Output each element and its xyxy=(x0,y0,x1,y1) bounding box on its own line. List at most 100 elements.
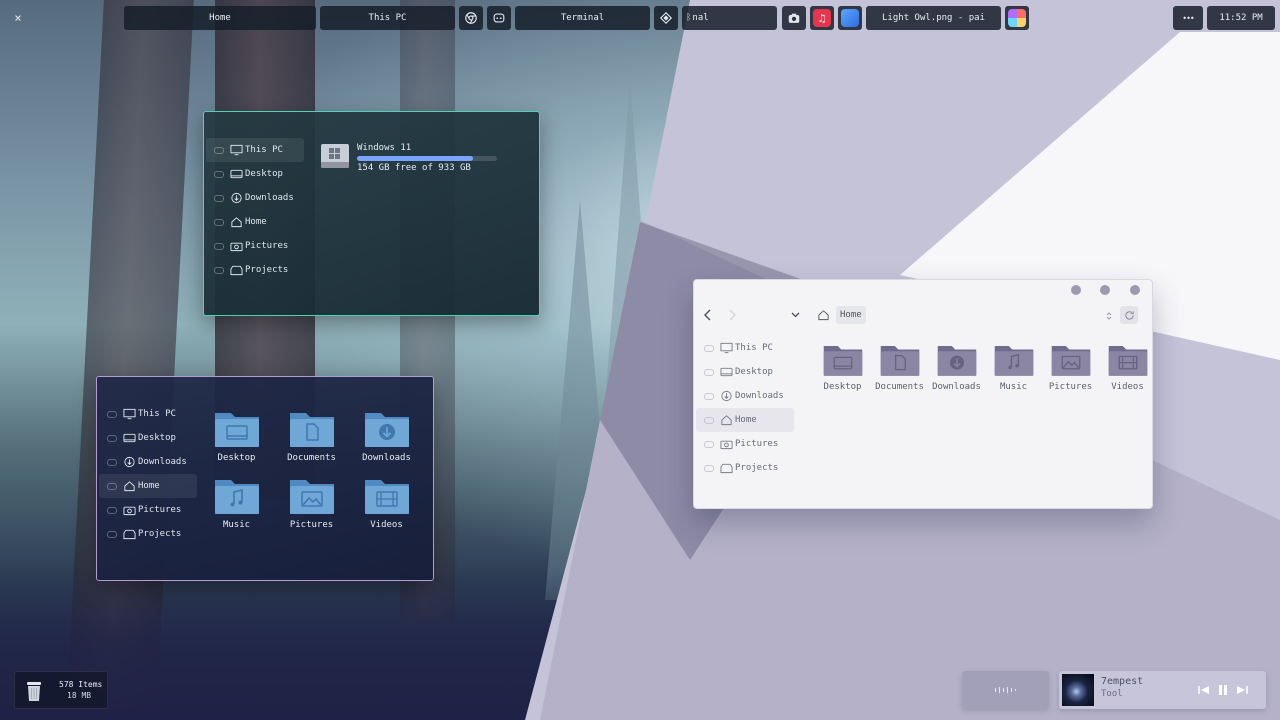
taskbar-tab-paint[interactable]: Light Owl.png - pai xyxy=(866,6,1001,30)
folder-downloads[interactable]: Downloads xyxy=(349,409,424,463)
folder-desktop[interactable]: Desktop xyxy=(814,342,871,392)
back-icon[interactable] xyxy=(703,309,713,321)
home-icon xyxy=(721,415,732,426)
eject-icon xyxy=(107,434,117,442)
close-button[interactable]: × xyxy=(4,6,32,30)
music-folder-icon xyxy=(994,346,1033,376)
sidebar-item-desktop[interactable]: Desktop xyxy=(206,162,304,186)
album-cover xyxy=(1062,674,1094,706)
folder-pictures[interactable]: Pictures xyxy=(274,476,349,530)
folder-label: Videos xyxy=(1111,382,1144,392)
download-icon xyxy=(721,390,732,402)
sidebar-item-home[interactable]: Home xyxy=(206,210,304,234)
sidebar-item-label: Downloads xyxy=(138,457,187,467)
taskbar-tab-terminal[interactable]: Terminal xyxy=(515,6,650,30)
breadcrumb-home[interactable]: Home xyxy=(836,306,866,324)
eject-icon xyxy=(107,410,117,418)
discord-app-button[interactable] xyxy=(487,6,511,30)
sidebar-item-projects[interactable]: Projects xyxy=(696,456,794,480)
more-button[interactable]: ••• xyxy=(1173,6,1203,30)
sidebar-item-home[interactable]: Home xyxy=(696,408,794,432)
chevron-down-icon[interactable] xyxy=(791,311,800,319)
sidebar-item-this-pc[interactable]: This PC xyxy=(99,402,197,426)
projects-icon xyxy=(123,529,136,540)
sidebar-item-downloads[interactable]: Downloads xyxy=(696,384,794,408)
folder-music[interactable]: Music xyxy=(199,476,274,530)
folder-documents[interactable]: Documents xyxy=(274,409,349,463)
music-folder-icon xyxy=(214,480,259,514)
previous-icon[interactable] xyxy=(1197,683,1211,697)
browser-app-button[interactable] xyxy=(459,6,483,30)
sidebar-item-downloads[interactable]: Downloads xyxy=(206,186,304,210)
folder-music[interactable]: Music xyxy=(985,342,1042,392)
sidebar-item-label: Home xyxy=(138,481,160,491)
download-icon xyxy=(124,456,135,468)
refresh-button[interactable] xyxy=(1120,306,1138,324)
sidebar-item-projects[interactable]: Projects xyxy=(206,258,304,282)
eject-icon xyxy=(214,146,224,154)
visualizer-bars xyxy=(995,687,1016,693)
folder-videos[interactable]: Videos xyxy=(1099,342,1156,392)
home-window-light: Home This PC Desktop Downloads Home Pict… xyxy=(693,279,1153,509)
taskbar-tab-terminal-2[interactable]: ᛒ nal xyxy=(682,6,777,30)
forward-icon[interactable] xyxy=(727,309,737,321)
sort-icon[interactable] xyxy=(1106,311,1112,321)
finder-app-button[interactable] xyxy=(838,6,862,30)
sidebar-item-desktop[interactable]: Desktop xyxy=(99,426,197,450)
sidebar-item-label: Downloads xyxy=(735,391,784,401)
sidebar-item-label: Desktop xyxy=(138,433,176,443)
folder-pictures[interactable]: Pictures xyxy=(1042,342,1099,392)
eject-icon xyxy=(704,440,714,448)
sidebar-item-pictures[interactable]: Pictures xyxy=(99,498,197,522)
screenshot-app-button[interactable] xyxy=(782,6,806,30)
home-window-dark: This PC Desktop Downloads Home Pictures … xyxy=(96,376,434,581)
folder-grid: Desktop Documents Downloads Music Pictur… xyxy=(199,409,424,530)
this-pc-window: This PC Desktop Downloads Home Pictures … xyxy=(203,111,540,316)
videos-folder-icon xyxy=(1108,346,1147,376)
track-artist: Tool xyxy=(1101,689,1123,699)
sidebar-item-this-pc[interactable]: This PC xyxy=(206,138,304,162)
home-icon xyxy=(124,481,135,492)
camera-icon xyxy=(720,440,733,450)
trash-item-count: 578 Items xyxy=(59,680,103,689)
sidebar-item-pictures[interactable]: Pictures xyxy=(696,432,794,456)
maximize-button[interactable] xyxy=(1100,285,1110,295)
sidebar-item-projects[interactable]: Projects xyxy=(99,522,197,546)
taskbar-tab-this-pc[interactable]: This PC xyxy=(320,6,455,30)
photos-app-button[interactable] xyxy=(1005,6,1029,30)
minimize-button[interactable] xyxy=(1071,285,1081,295)
eject-icon xyxy=(214,266,224,274)
trash-widget[interactable]: 578 Items 18 MB xyxy=(14,671,108,709)
folder-documents[interactable]: Documents xyxy=(871,342,928,392)
folder-label: Downloads xyxy=(932,382,981,392)
home-icon[interactable] xyxy=(817,309,830,321)
sidebar-item-home[interactable]: Home xyxy=(99,474,197,498)
close-window-button[interactable] xyxy=(1130,285,1140,295)
folder-downloads[interactable]: Downloads xyxy=(928,342,985,392)
downloads-folder-icon xyxy=(364,413,409,447)
next-icon[interactable] xyxy=(1235,683,1249,697)
music-app-button[interactable]: ♫ xyxy=(810,6,834,30)
clock-time: 11:52 PM xyxy=(1219,13,1263,23)
sidebar-item-label: Desktop xyxy=(735,367,773,377)
folder-label: Desktop xyxy=(823,382,862,392)
bluetooth-icon: ᛒ xyxy=(686,13,692,23)
clock[interactable]: 11:52 PM xyxy=(1207,6,1275,30)
sidebar-item-desktop[interactable]: Desktop xyxy=(696,360,794,384)
eject-icon xyxy=(704,392,714,400)
taskbar-tab-home[interactable]: Home xyxy=(124,6,316,30)
pause-icon[interactable] xyxy=(1216,683,1230,697)
sidebar-item-this-pc[interactable]: This PC xyxy=(696,336,794,360)
discord-icon xyxy=(493,13,505,23)
sidebar-item-pictures[interactable]: Pictures xyxy=(206,234,304,258)
home-icon xyxy=(231,217,242,228)
vscode-app-button[interactable] xyxy=(654,6,678,30)
desktop-icon xyxy=(230,169,243,179)
folder-desktop[interactable]: Desktop xyxy=(199,409,274,463)
camera-icon xyxy=(123,506,136,516)
sidebar-item-label: Downloads xyxy=(245,193,294,203)
desktop-folder-icon xyxy=(823,346,862,376)
sidebar-item-downloads[interactable]: Downloads xyxy=(99,450,197,474)
folder-videos[interactable]: Videos xyxy=(349,476,424,530)
drive-windows-11[interactable]: Windows 11 154 GB free of 933 GB xyxy=(319,140,497,174)
